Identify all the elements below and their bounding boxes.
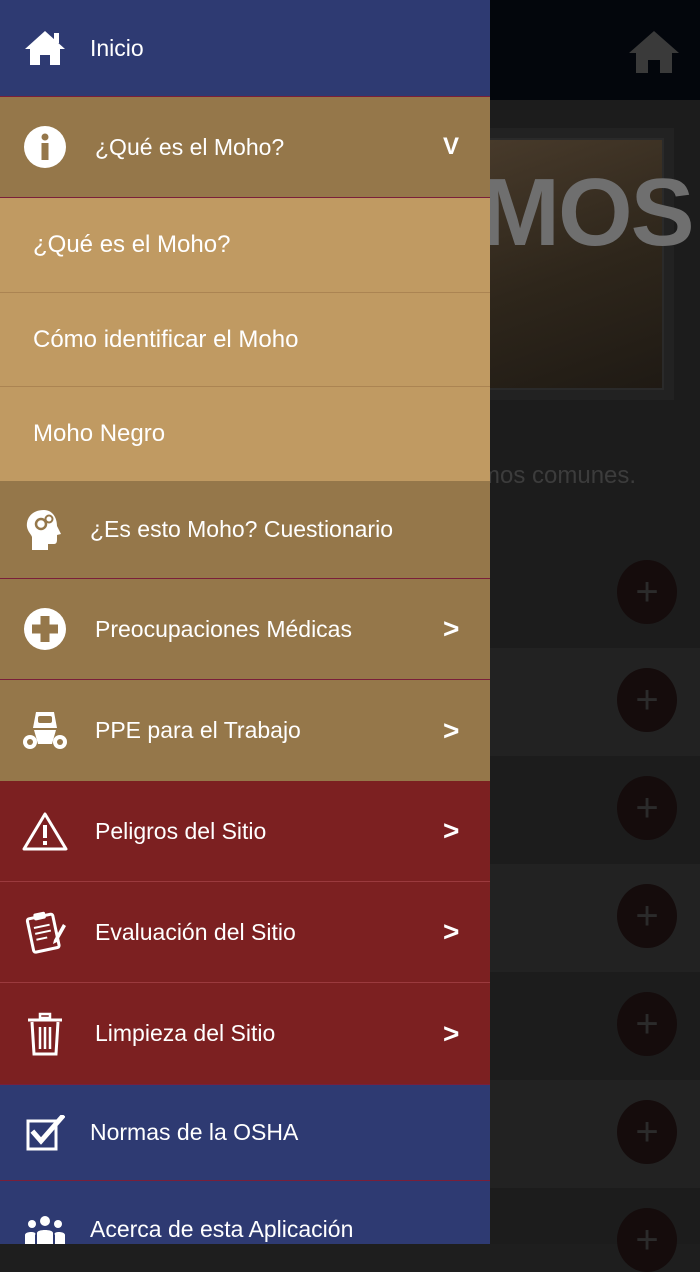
submenu-item-label: ¿Qué es el Moho?	[33, 231, 231, 258]
brain-gears-icon	[22, 507, 68, 553]
menu-item-label: ¿Qué es el Moho?	[95, 133, 285, 160]
menu-item-label: PPE para el Trabajo	[95, 717, 301, 743]
background-expand-button: +	[617, 1100, 677, 1164]
background-expand-button: +	[617, 992, 677, 1056]
chevron-right-icon: >	[443, 1017, 460, 1049]
info-icon	[22, 124, 68, 170]
menu-item-peligros-sitio[interactable]: Peligros del Sitio >	[0, 781, 490, 882]
menu-item-cuestionario[interactable]: ¿Es esto Moho? Cuestionario	[0, 481, 490, 579]
background-expand-button: +	[617, 776, 677, 840]
menu-item-label: Inicio	[90, 34, 144, 61]
menu-item-evaluacion-sitio[interactable]: Evaluación del Sitio >	[0, 882, 490, 983]
background-expand-button: +	[617, 1208, 677, 1272]
menu-item-que-es-moho[interactable]: ¿Qué es el Moho? V	[0, 97, 490, 198]
chevron-right-icon: >	[443, 714, 460, 746]
menu-item-label: Acerca de esta Aplicación	[90, 1215, 354, 1242]
respirator-mask-icon	[22, 708, 68, 754]
menu-item-limpieza-sitio[interactable]: Limpieza del Sitio >	[0, 983, 490, 1085]
background-expand-button: +	[617, 668, 677, 732]
menu-item-label: Evaluación del Sitio	[95, 918, 296, 945]
menu-item-label: Limpieza del Sitio	[95, 1020, 276, 1046]
menu-item-label: Normas de la OSHA	[90, 1119, 299, 1145]
menu-item-label: Preocupaciones Médicas	[95, 615, 352, 642]
submenu-item-label: Moho Negro	[33, 420, 166, 447]
chevron-right-icon: >	[443, 613, 460, 644]
chevron-right-icon: >	[443, 916, 460, 947]
clipboard-pencil-icon	[22, 909, 68, 955]
background-hero-text: MOS	[480, 159, 695, 266]
medical-cross-icon	[22, 606, 68, 652]
menu-item-label: ¿Es esto Moho? Cuestionario	[90, 516, 393, 542]
menu-item-preocupaciones-medicas[interactable]: Preocupaciones Médicas >	[0, 579, 490, 680]
submenu-item-que-es-moho[interactable]: ¿Qué es el Moho?	[0, 198, 490, 293]
submenu-item-identificar-moho[interactable]: Cómo identificar el Moho	[0, 293, 490, 387]
menu-item-inicio[interactable]: Inicio	[0, 0, 490, 97]
checkbox-icon	[22, 1110, 68, 1156]
home-icon	[22, 25, 68, 71]
warning-icon	[22, 808, 68, 854]
trash-can-icon	[22, 1011, 68, 1057]
menu-item-ppe[interactable]: PPE para el Trabajo >	[0, 680, 490, 781]
background-home-icon	[629, 31, 679, 73]
chevron-down-icon: V	[443, 133, 460, 160]
menu-item-osha[interactable]: Normas de la OSHA	[0, 1085, 490, 1181]
submenu-item-label: Cómo identificar el Moho	[33, 325, 299, 353]
menu-item-label: Peligros del Sitio	[95, 817, 267, 844]
background-caption: mos comunes.	[480, 462, 637, 489]
background-expand-button: +	[617, 560, 677, 624]
submenu-item-moho-negro[interactable]: Moho Negro	[0, 387, 490, 481]
menu-item-acerca[interactable]: Acerca de esta Aplicación	[0, 1181, 490, 1244]
navigation-drawer: Inicio ¿Qué es el Moho? V ¿Qué es el Moh…	[0, 0, 490, 1244]
background-expand-button: +	[617, 884, 677, 948]
chevron-right-icon: >	[443, 815, 460, 846]
users-group-icon	[22, 1206, 68, 1244]
